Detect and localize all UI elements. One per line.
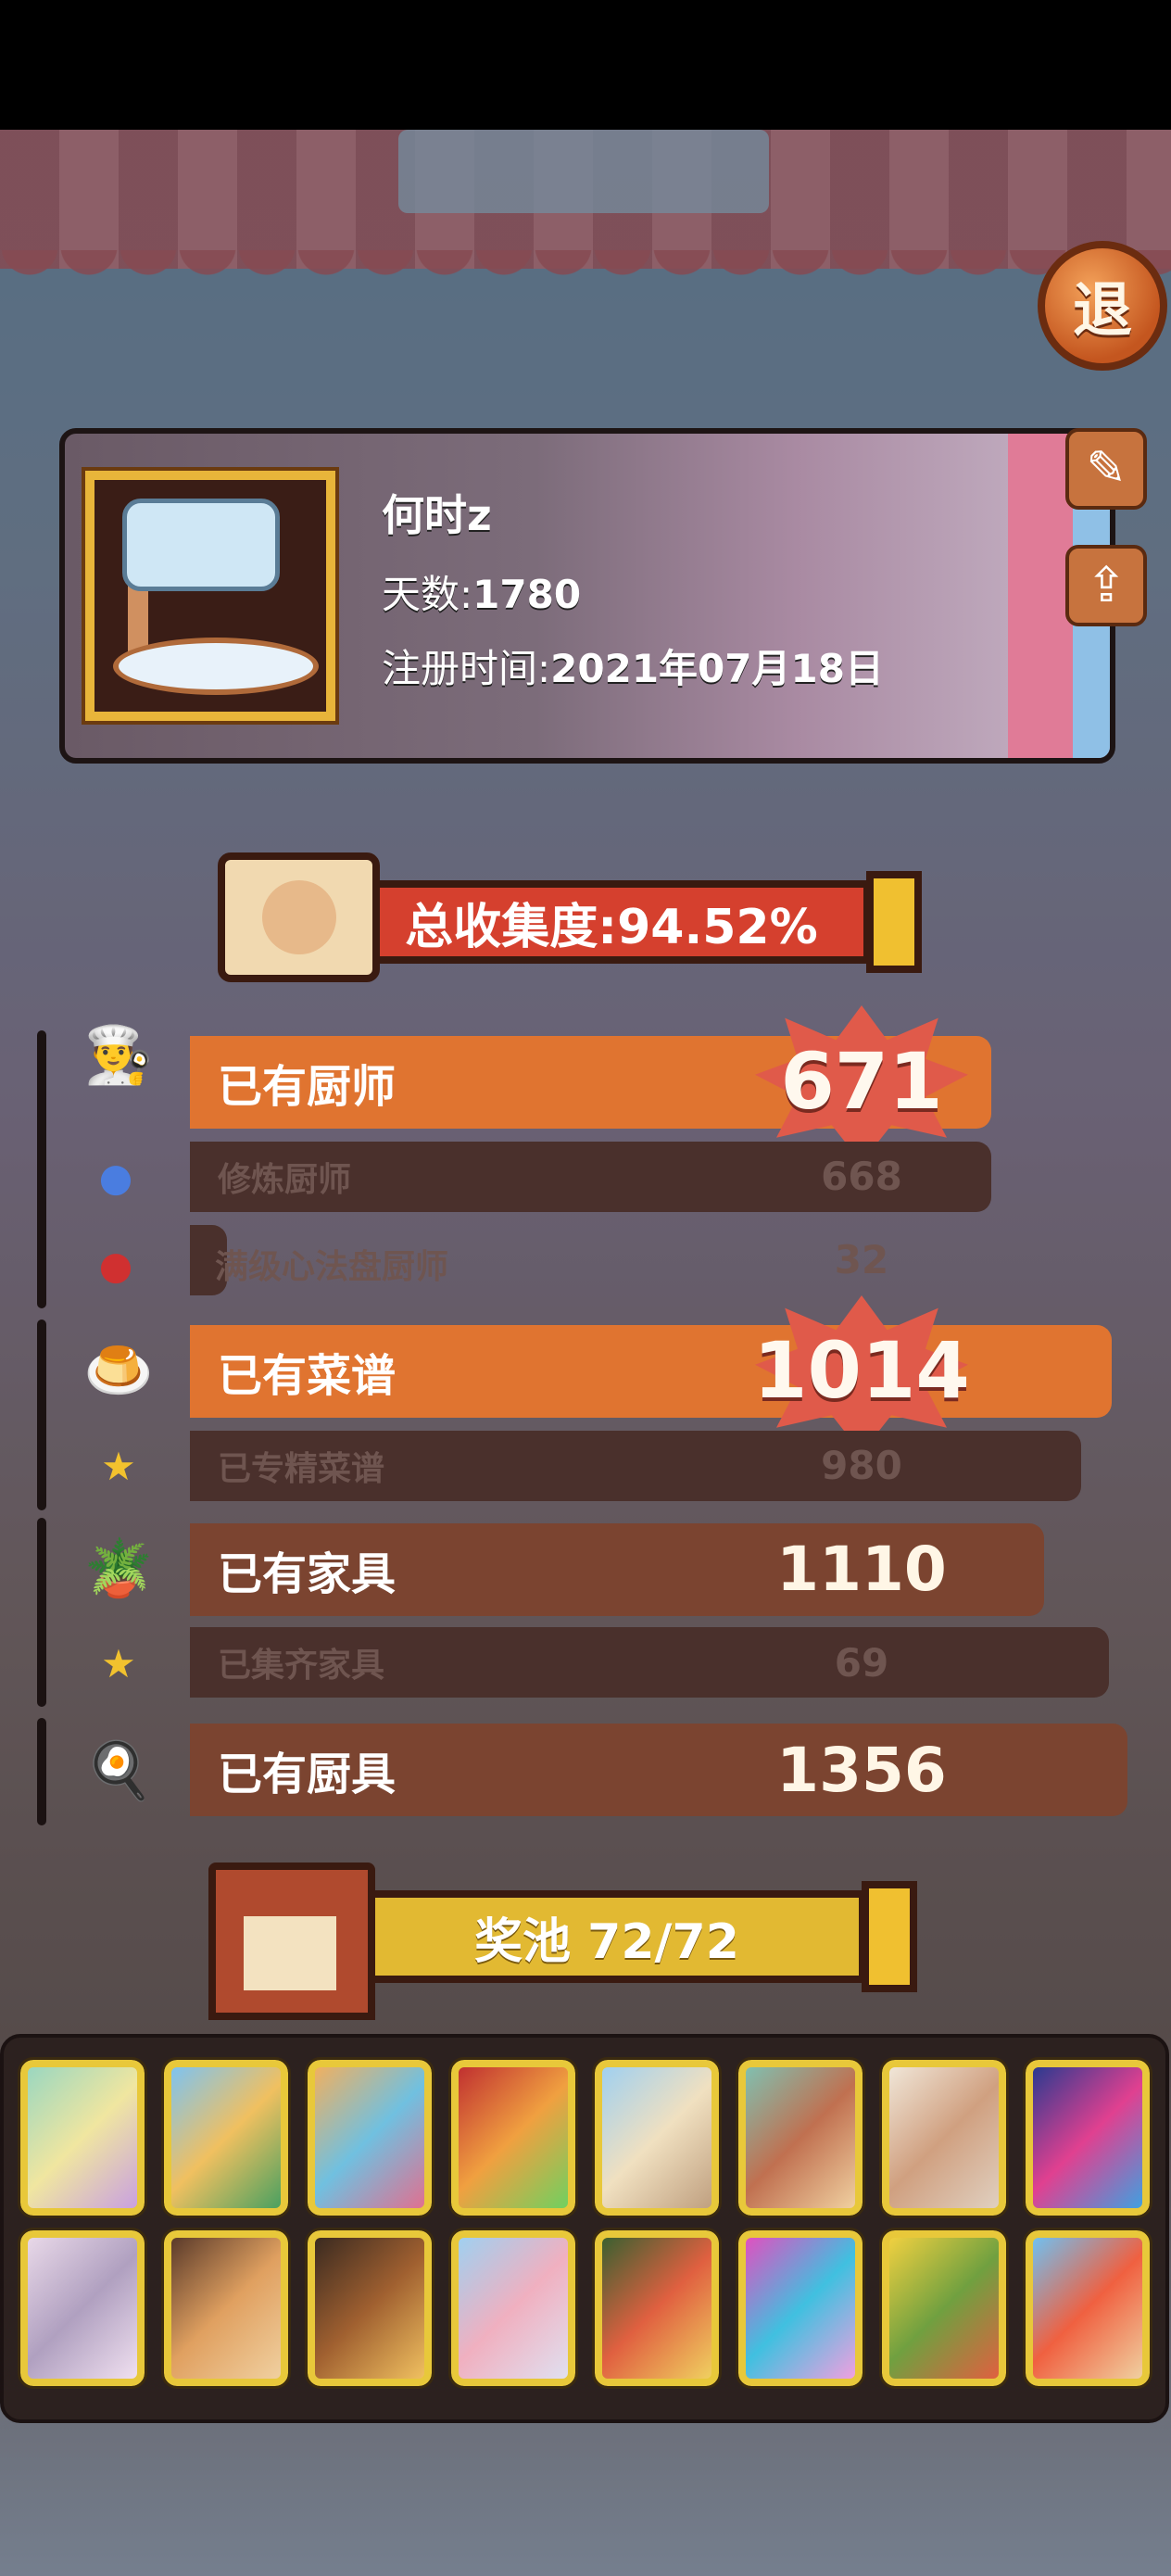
trained-chefs-label: 修炼厨师 xyxy=(218,1161,352,1199)
trained-chefs-value: 668 xyxy=(821,1154,902,1199)
register-label: 注册时间: xyxy=(382,646,551,691)
days-row: 天数:1780 xyxy=(382,563,581,620)
prize-card-1[interactable] xyxy=(18,2057,147,2218)
recipes-panel xyxy=(37,1320,46,1510)
prize-card-5[interactable] xyxy=(592,2057,722,2218)
prize-card-7[interactable] xyxy=(879,2057,1009,2218)
prize-card-11[interactable] xyxy=(305,2228,434,2389)
pudding-icon: 🍮 xyxy=(83,1337,154,1403)
pool-tail-decoration xyxy=(862,1881,917,1992)
complete-furniture-value: 69 xyxy=(834,1640,889,1686)
complete-furniture-label: 已集齐家具 xyxy=(218,1647,385,1685)
tools-value: 1356 xyxy=(776,1735,947,1806)
prize-card-2[interactable] xyxy=(161,2057,291,2218)
blue-figure-icon: ● xyxy=(98,1154,133,1200)
prize-card-15[interactable] xyxy=(879,2228,1009,2389)
chef-hat-icon: 👨‍🍳 xyxy=(83,1022,154,1088)
recipes-value: 1014 xyxy=(753,1325,970,1416)
furniture-value: 1110 xyxy=(776,1534,947,1605)
prize-card-3[interactable] xyxy=(305,2057,434,2218)
prize-card-14[interactable] xyxy=(736,2228,865,2389)
prize-card-16[interactable] xyxy=(1023,2228,1152,2389)
share-icon: ⇪ xyxy=(1086,558,1127,613)
notice-board-paper xyxy=(244,1916,336,1990)
complete-furniture-row: 已集齐家具 xyxy=(190,1627,1109,1698)
prize-card-13[interactable] xyxy=(592,2228,722,2389)
notice-board-icon xyxy=(208,1863,375,2020)
days-value: 1780 xyxy=(472,572,582,617)
prize-card-8[interactable] xyxy=(1023,2057,1152,2218)
player-name: 何时z xyxy=(382,490,492,540)
register-row: 注册时间:2021年07月18日 xyxy=(382,638,884,694)
curtain-decoration xyxy=(1008,434,1073,758)
edit-button[interactable]: ✎ xyxy=(1065,428,1147,510)
avatar[interactable] xyxy=(82,467,339,725)
tools-label: 已有厨具 xyxy=(218,1749,397,1800)
chefs-panel xyxy=(37,1030,46,1308)
days-label: 天数: xyxy=(382,572,473,617)
maxed-chefs-value: 32 xyxy=(834,1237,889,1282)
mastered-recipes-value: 980 xyxy=(821,1443,902,1488)
star-icon: ★ xyxy=(101,1443,136,1489)
faucet-icon xyxy=(122,499,280,591)
scroll-tail-decoration xyxy=(866,871,922,973)
prize-gallery xyxy=(0,2034,1169,2423)
prize-card-10[interactable] xyxy=(161,2228,291,2389)
kitchen-tools-icon: 🍳 xyxy=(83,1737,154,1803)
recipes-label: 已有菜谱 xyxy=(218,1350,397,1402)
share-button[interactable]: ⇪ xyxy=(1065,545,1147,626)
collection-title: 总收集度:94.52% xyxy=(352,880,871,964)
tools-panel xyxy=(37,1718,46,1825)
furniture-panel xyxy=(37,1518,46,1707)
prize-card-4[interactable] xyxy=(448,2057,578,2218)
chefs-value: 671 xyxy=(780,1036,943,1127)
red-figure-icon: ● xyxy=(98,1242,133,1288)
register-value: 2021年07月18日 xyxy=(550,646,884,691)
bonsai-table-icon: 🪴 xyxy=(83,1535,154,1601)
prize-card-6[interactable] xyxy=(736,2057,865,2218)
exit-button[interactable]: 退 xyxy=(1038,241,1167,371)
mastered-recipes-label: 已专精菜谱 xyxy=(218,1450,385,1488)
status-bar xyxy=(0,0,1171,130)
maxed-chefs-label: 满级心法盘厨师 xyxy=(215,1248,449,1286)
basin-icon xyxy=(113,638,319,695)
prize-pool-bar[interactable]: 奖池 72/72 xyxy=(347,1890,866,1983)
prize-card-9[interactable] xyxy=(18,2228,147,2389)
scroll-icon xyxy=(218,852,380,982)
scroll-emblem xyxy=(262,880,336,954)
furniture-label: 已有家具 xyxy=(218,1548,397,1600)
edit-icon: ✎ xyxy=(1086,441,1127,497)
chefs-label: 已有厨师 xyxy=(218,1061,397,1113)
star-icon: ★ xyxy=(101,1640,136,1686)
prize-card-12[interactable] xyxy=(448,2228,578,2389)
